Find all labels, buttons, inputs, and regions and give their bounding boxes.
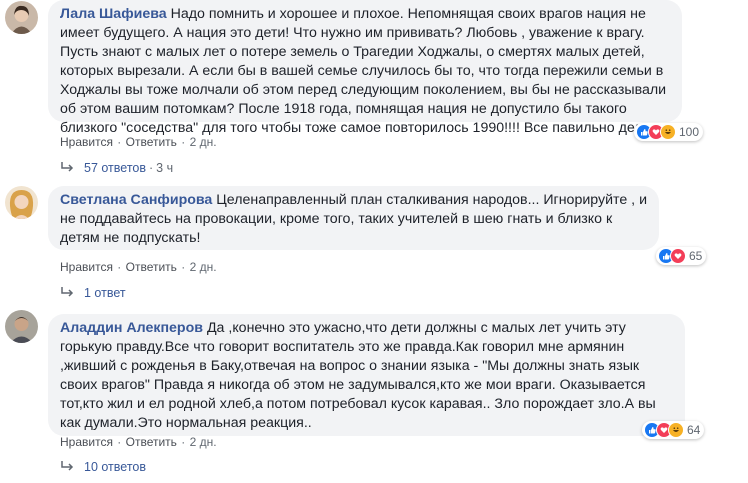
reply-link[interactable]: Ответить — [126, 260, 177, 274]
comment-bubble: Лала Шафиева Надо помнить и хорошее и пло… — [48, 0, 682, 136]
love-reaction-icon — [670, 248, 686, 264]
reaction-count: 100 — [679, 125, 700, 139]
reaction-summary[interactable]: 100 — [634, 123, 704, 141]
replies-count[interactable]: 57 ответов — [84, 161, 146, 175]
reaction-summary[interactable]: 64 — [642, 421, 705, 439]
separator: · — [149, 160, 154, 175]
reply-arrow-icon — [60, 160, 74, 175]
haha-reaction-icon — [660, 124, 676, 140]
comment-timestamp[interactable]: 2 дн. — [190, 135, 217, 149]
reply-arrow-icon — [60, 285, 74, 300]
comment-timestamp[interactable]: 2 дн. — [190, 260, 217, 274]
comment-actions: Нравится · Ответить · 2 дн. — [60, 259, 217, 275]
comment-actions: Нравится · Ответить · 2 дн. — [60, 434, 217, 450]
comment-timestamp[interactable]: 2 дн. — [190, 435, 217, 449]
replies-time: 3 ч — [156, 160, 174, 175]
replies-count[interactable]: 1 ответ — [84, 286, 126, 300]
comment-author[interactable]: Аладдин Алекперов — [60, 320, 203, 336]
reaction-count: 64 — [687, 423, 701, 437]
replies-count[interactable]: 10 ответов — [84, 460, 146, 474]
separator: · — [117, 135, 122, 149]
reaction-summary[interactable]: 65 — [656, 247, 707, 265]
reaction-count: 65 — [689, 249, 703, 263]
comment-author[interactable]: Лала Шафиева — [60, 6, 167, 22]
view-replies-link[interactable]: 10 ответов — [60, 459, 146, 474]
comment-bubble: Аладдин Алекперов Да ,конечно это ужасно,… — [48, 314, 685, 436]
avatar[interactable] — [5, 310, 38, 343]
view-replies-link[interactable]: 1 ответ — [60, 285, 126, 300]
comment-actions: Нравится · Ответить · 2 дн. — [60, 134, 217, 150]
haha-reaction-icon — [668, 422, 684, 438]
comment-author[interactable]: Светлана Санфирова — [60, 192, 212, 208]
separator: · — [181, 260, 186, 274]
reply-link[interactable]: Ответить — [126, 135, 177, 149]
reply-link[interactable]: Ответить — [126, 435, 177, 449]
like-link[interactable]: Нравится — [60, 135, 113, 149]
separator: · — [181, 135, 186, 149]
reply-arrow-icon — [60, 459, 74, 474]
separator: · — [181, 435, 186, 449]
avatar[interactable] — [5, 1, 38, 34]
comment-bubble: Светлана Санфирова Целенаправленный план … — [48, 186, 659, 250]
comment-text: Да ,конечно это ужасно,что дети должны с… — [60, 320, 656, 431]
like-link[interactable]: Нравится — [60, 260, 113, 274]
avatar[interactable] — [5, 186, 38, 219]
separator: · — [117, 260, 122, 274]
comment-text: Надо помнить и хорошее и плохое. Непомня… — [60, 6, 667, 136]
view-replies-link[interactable]: 57 ответов · 3 ч — [60, 160, 173, 175]
separator: · — [117, 435, 122, 449]
like-link[interactable]: Нравится — [60, 435, 113, 449]
